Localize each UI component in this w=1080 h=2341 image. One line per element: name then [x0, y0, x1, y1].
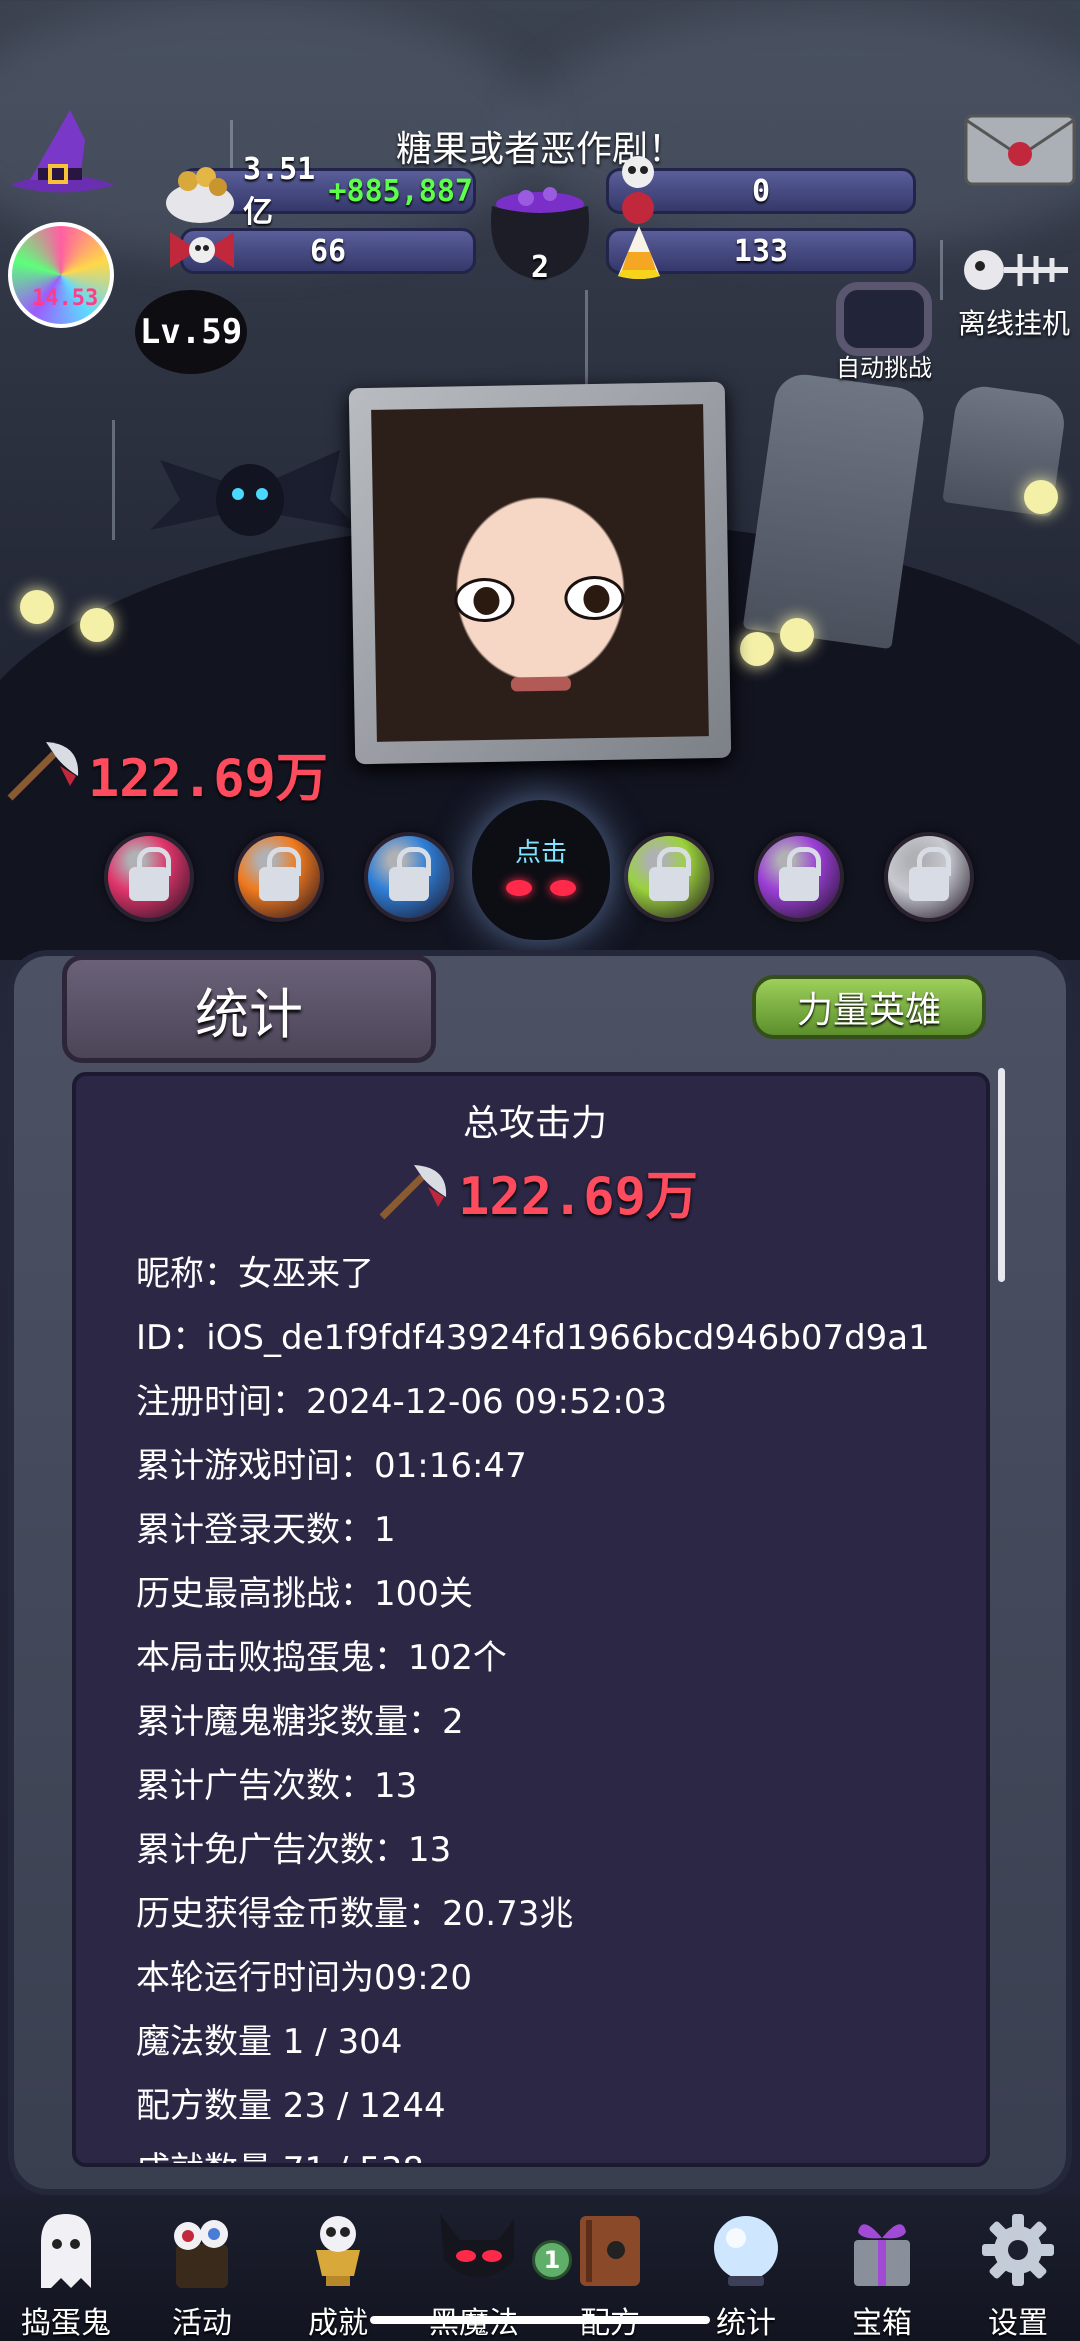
total-attack-value: 122.69万	[458, 1167, 698, 1227]
lock-icon	[259, 847, 301, 901]
stat-row-best-challenge: 历史最高挑战：100关	[136, 1574, 473, 1614]
skull-potion-icon	[606, 148, 670, 228]
nav-label: 统计	[716, 2306, 776, 2341]
stat-row-login-days: 累计登录天数：1	[136, 1510, 396, 1550]
nav-settings[interactable]: 设置	[958, 2210, 1078, 2341]
candy-corn-icon	[614, 222, 664, 282]
stats-content[interactable]: 总攻击力 122.69万 昵称：女巫来了 ID：iOS_de1f9fdf4392…	[72, 1072, 990, 2167]
locked-white-orb[interactable]	[884, 832, 974, 922]
stat-row-achievements: 成就数量 71 / 538	[136, 2142, 424, 2163]
home-indicator[interactable]	[370, 2316, 710, 2324]
eyeball-bucket-icon	[162, 2210, 242, 2290]
lock-icon	[129, 847, 171, 901]
stat-row-recipes: 配方数量 23 / 1244	[136, 2086, 446, 2126]
power-hero-button[interactable]: 力量英雄	[752, 975, 986, 1039]
candy-level-value: 14.53	[32, 286, 99, 311]
auto-challenge-toggle[interactable]	[836, 282, 932, 356]
player-level-badge: Lv.59	[135, 290, 247, 374]
lock-icon	[649, 847, 691, 901]
nav-label: 活动	[172, 2306, 232, 2341]
locked-orange-orb[interactable]	[234, 832, 324, 922]
stat-row-run-time: 本轮运行时间为09:20	[136, 1958, 472, 1998]
stat-row-syrup: 累计魔鬼糖浆数量：2	[136, 1702, 464, 1742]
nav-label: 设置	[988, 2306, 1048, 2341]
total-attack-label: 总攻击力	[462, 1103, 607, 1144]
nav-tricksters[interactable]: 捣蛋鬼	[6, 2210, 126, 2341]
nav-events[interactable]: 活动	[142, 2210, 262, 2341]
lock-icon	[389, 847, 431, 901]
gear-icon	[978, 2210, 1058, 2290]
stat-row-nickname: 昵称：女巫来了	[136, 1254, 374, 1294]
gold-pile-icon	[160, 155, 240, 225]
demon-head-icon	[434, 2210, 514, 2290]
bow-value: 66	[309, 233, 347, 269]
stat-row-play-time: 累计游戏时间：01:16:47	[136, 1446, 527, 1486]
candy-level-orb[interactable]: 14.53	[8, 222, 114, 328]
axe-icon	[379, 1164, 447, 1219]
axe-icon	[7, 742, 79, 801]
stat-row-ad-free: 累计免广告次数：13	[136, 1830, 452, 1870]
stat-row-gold-total: 历史获得金币数量：20.73兆	[136, 1894, 574, 1934]
stats-tab-sign: 统计	[62, 955, 436, 1063]
gift-box-icon	[842, 2210, 922, 2290]
gold-value: 3.51亿	[243, 151, 316, 230]
spell-book-icon	[570, 2210, 650, 2290]
nav-label: 成就	[308, 2306, 368, 2341]
stat-row-register-time: 注册时间：2024-12-06 09:52:03	[136, 1382, 668, 1422]
ghost-icon	[26, 2210, 106, 2290]
locked-green-orb[interactable]	[624, 832, 714, 922]
attack-power-value: 122.69万	[88, 749, 328, 809]
locked-blue-orb[interactable]	[364, 832, 454, 922]
gold-gain-value: +885,887	[328, 173, 474, 209]
total-attack-row: 122.69万	[76, 1154, 986, 1229]
tap-label: 点击	[514, 838, 567, 868]
stat-row-defeated: 本局击败捣蛋鬼：102个	[136, 1638, 507, 1678]
cauldron-count: 2	[530, 250, 550, 285]
stats-scrollbar[interactable]	[998, 1068, 1005, 1282]
stat-row-magic: 魔法数量 1 / 304	[136, 2022, 403, 2062]
nav-label: 宝箱	[852, 2306, 912, 2341]
crystal-ball-icon	[706, 2210, 786, 2290]
enemy-girl-portrait	[371, 404, 709, 742]
skull-value: 0	[751, 173, 771, 209]
auto-challenge-label: 自动挑战	[836, 354, 932, 382]
tap-demon-button[interactable]: 点击	[472, 800, 610, 940]
nav-label: 捣蛋鬼	[21, 2306, 111, 2341]
lock-icon	[779, 847, 821, 901]
candycorn-value: 133	[733, 233, 789, 269]
mail-envelope-icon[interactable]	[962, 110, 1078, 190]
skull-trophy-icon	[298, 2210, 378, 2290]
enemy-portrait-frame[interactable]	[348, 381, 732, 765]
recipe-badge: 1	[532, 2240, 572, 2280]
bat-decoration	[150, 450, 360, 536]
nav-treasure[interactable]: 宝箱	[822, 2210, 942, 2341]
locked-purple-orb[interactable]	[754, 832, 844, 922]
lock-icon	[909, 847, 951, 901]
locked-pink-orb[interactable]	[104, 832, 194, 922]
bow-skull-icon	[160, 222, 244, 278]
offline-idle-label[interactable]: 离线挂机	[958, 302, 1070, 342]
stat-row-ads: 累计广告次数：13	[136, 1766, 418, 1806]
stat-row-id: ID：iOS_de1f9fdf43924fd1966bcd946b07d9a1	[136, 1318, 930, 1358]
witch-hat-icon[interactable]	[0, 100, 120, 200]
fish-bone-icon[interactable]	[960, 240, 1076, 300]
